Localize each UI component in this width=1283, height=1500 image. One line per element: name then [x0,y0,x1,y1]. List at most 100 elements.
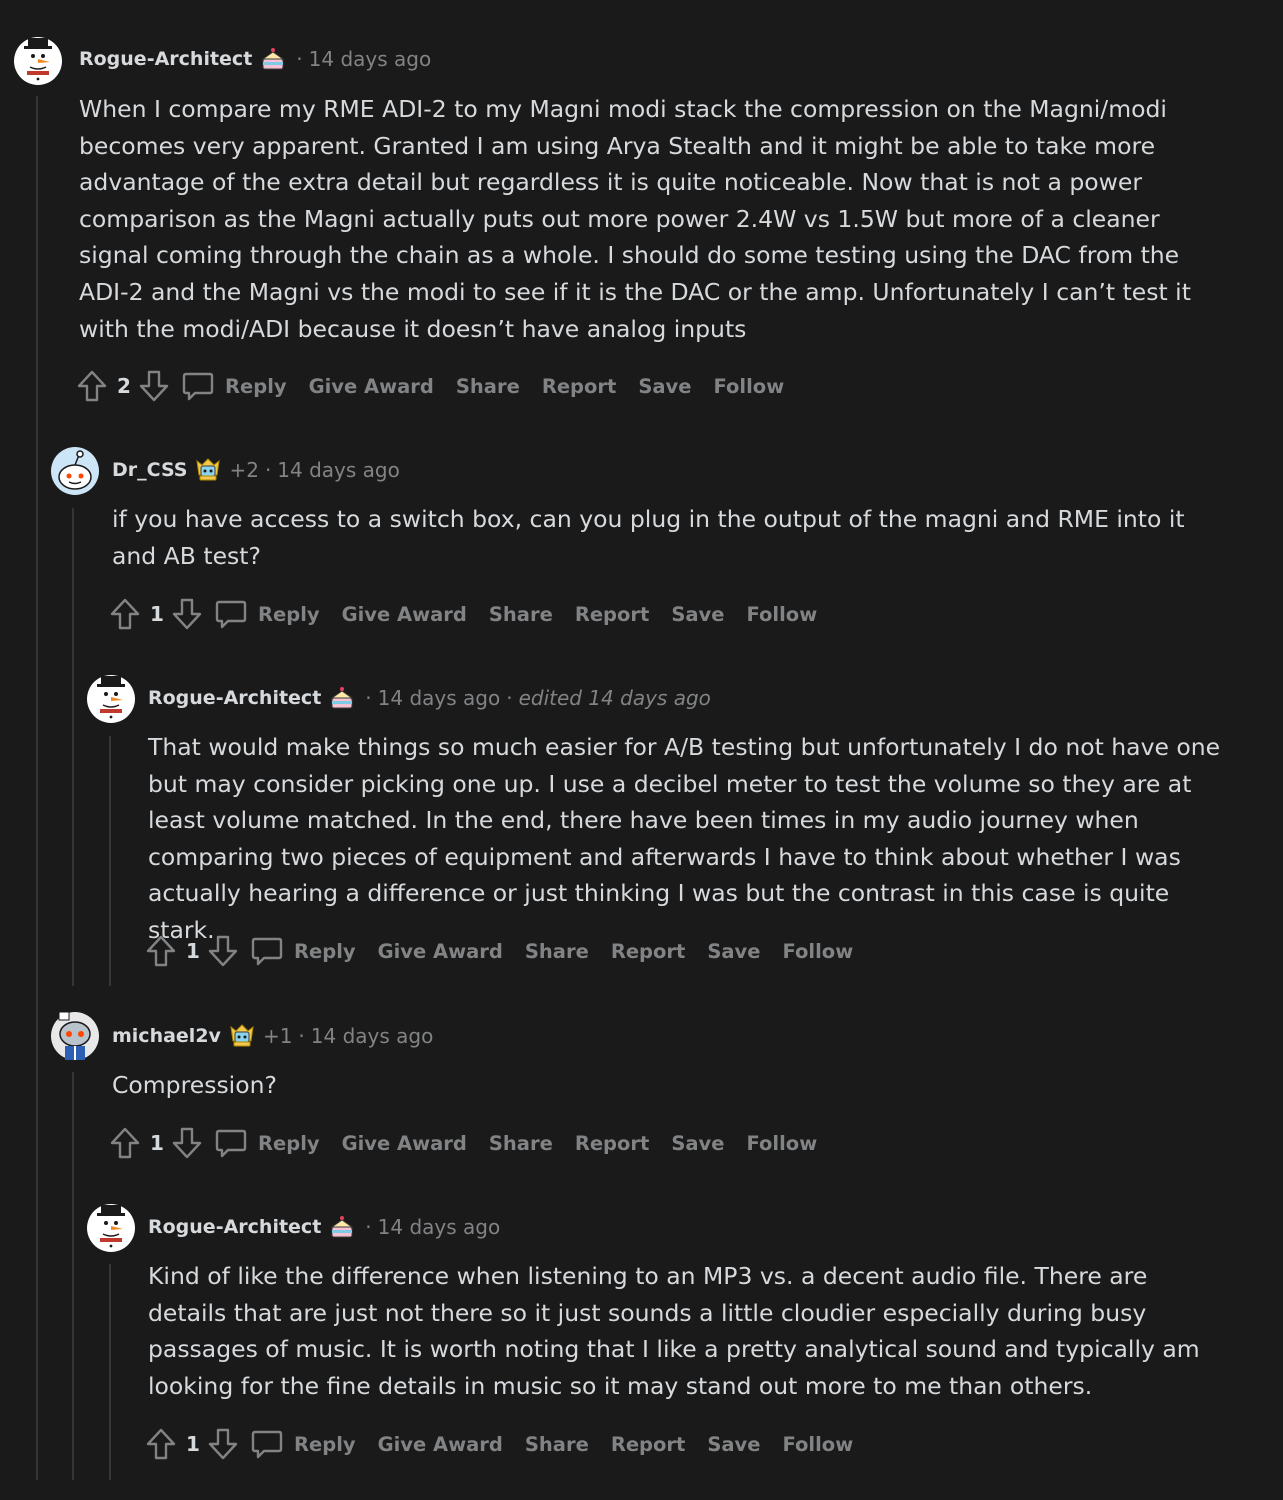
report-button[interactable]: Report [611,1433,686,1456]
report-button[interactable]: Report [575,1132,650,1155]
separator-dot: · [506,686,513,710]
comment-bubble-icon [250,1428,284,1460]
downvote-icon[interactable] [170,597,204,631]
upvote-icon[interactable] [144,1427,178,1461]
give-award-button[interactable]: Give Award [342,1132,467,1155]
thread-line-level3b[interactable] [109,1264,111,1480]
comment-bubble-icon [214,598,248,630]
downvote-icon[interactable] [206,1427,240,1461]
separator-dot: · [298,1024,305,1048]
downvote-icon[interactable] [137,369,171,403]
cake-icon [260,46,286,72]
robot-avatar-icon[interactable] [51,1012,99,1060]
comment-actions: 1 Reply Give Award Share Report Save Fol… [144,931,875,971]
reply-label: Reply [294,1432,356,1456]
comment-body: Compression? [112,1071,277,1099]
give-award-button[interactable]: Give Award [378,1433,503,1456]
comment-body: That would make things so much easier fo… [148,733,1221,944]
snoo-avatar-icon[interactable] [51,447,99,495]
reply-button[interactable]: Reply [210,598,320,630]
save-button[interactable]: Save [671,603,724,626]
separator-dot: · [365,686,372,710]
comment-actions: 1 Reply Give Award Share Report Save Fol… [108,1123,839,1163]
thread-line-level2[interactable] [72,508,74,986]
award-icon [195,457,221,483]
vote-count: 1 [186,1432,200,1456]
timestamp[interactable]: 14 days ago [378,1215,501,1239]
comment-actions: 1 Reply Give Award Share Report Save Fol… [144,1424,875,1464]
edited-label: edited 14 days ago [518,686,711,710]
award-icon [229,1023,255,1049]
downvote-icon[interactable] [170,1126,204,1160]
separator-dot: · [365,1215,372,1239]
save-button[interactable]: Save [671,1132,724,1155]
follow-button[interactable]: Follow [747,1132,818,1155]
author-link[interactable]: Rogue-Architect [79,48,252,70]
share-button[interactable]: Share [489,603,553,626]
comment-header: Rogue-Architect · 14 days ago [148,1214,500,1240]
vote-count: 2 [117,374,131,398]
comment-actions: 1 Reply Give Award Share Report Save Fol… [108,594,839,634]
flair-score: +2 [229,458,259,482]
vote-count: 1 [150,1131,164,1155]
vote-count: 1 [186,939,200,963]
comment-header: Rogue-Architect · 14 days ago · edited 1… [148,685,711,711]
report-button[interactable]: Report [542,375,617,398]
comment-header: michael2v +1 · 14 days ago [112,1023,433,1049]
snowman-avatar-icon[interactable] [14,37,62,85]
reply-label: Reply [225,374,287,398]
comment-body: Kind of like the difference when listeni… [148,1262,1200,1400]
reply-button[interactable]: Reply [246,935,356,967]
comment-actions: 2 Reply Give Award Share Report Save Fol… [75,366,806,406]
upvote-icon[interactable] [75,369,109,403]
comment-bubble-icon [214,1127,248,1159]
follow-button[interactable]: Follow [783,940,854,963]
author-link[interactable]: Dr_CSS [112,459,187,481]
share-button[interactable]: Share [456,375,520,398]
give-award-button[interactable]: Give Award [342,603,467,626]
report-button[interactable]: Report [611,940,686,963]
author-link[interactable]: Rogue-Architect [148,687,321,709]
share-button[interactable]: Share [489,1132,553,1155]
timestamp[interactable]: 14 days ago [309,47,432,71]
snowman-avatar-icon[interactable] [87,675,135,723]
comment-header: Rogue-Architect · 14 days ago [79,46,431,72]
reply-label: Reply [258,1131,320,1155]
timestamp[interactable]: 14 days ago [311,1024,434,1048]
save-button[interactable]: Save [707,940,760,963]
reply-label: Reply [258,602,320,626]
give-award-button[interactable]: Give Award [378,940,503,963]
follow-button[interactable]: Follow [783,1433,854,1456]
follow-button[interactable]: Follow [714,375,785,398]
author-link[interactable]: michael2v [112,1025,221,1047]
vote-count: 1 [150,602,164,626]
comment-body: if you have access to a switch box, can … [112,505,1185,570]
reply-button[interactable]: Reply [177,370,287,402]
upvote-icon[interactable] [108,597,142,631]
separator-dot: · [296,47,303,71]
give-award-button[interactable]: Give Award [309,375,434,398]
downvote-icon[interactable] [206,934,240,968]
share-button[interactable]: Share [525,1433,589,1456]
thread-line-level3[interactable] [109,736,111,986]
share-button[interactable]: Share [525,940,589,963]
save-button[interactable]: Save [707,1433,760,1456]
reply-label: Reply [294,939,356,963]
reply-button[interactable]: Reply [210,1127,320,1159]
report-button[interactable]: Report [575,603,650,626]
comment-bubble-icon [250,935,284,967]
reply-button[interactable]: Reply [246,1428,356,1460]
snowman-avatar-icon[interactable] [87,1204,135,1252]
upvote-icon[interactable] [144,934,178,968]
timestamp[interactable]: 14 days ago [277,458,400,482]
comment-body: When I compare my RME ADI-2 to my Magni … [79,95,1191,343]
cake-icon [329,1214,355,1240]
thread-line-level2b[interactable] [72,1072,74,1480]
timestamp[interactable]: 14 days ago [378,686,501,710]
save-button[interactable]: Save [638,375,691,398]
follow-button[interactable]: Follow [747,603,818,626]
flair-score: +1 [262,1024,293,1048]
author-link[interactable]: Rogue-Architect [148,1216,321,1238]
thread-line-root[interactable] [36,96,38,1480]
upvote-icon[interactable] [108,1126,142,1160]
